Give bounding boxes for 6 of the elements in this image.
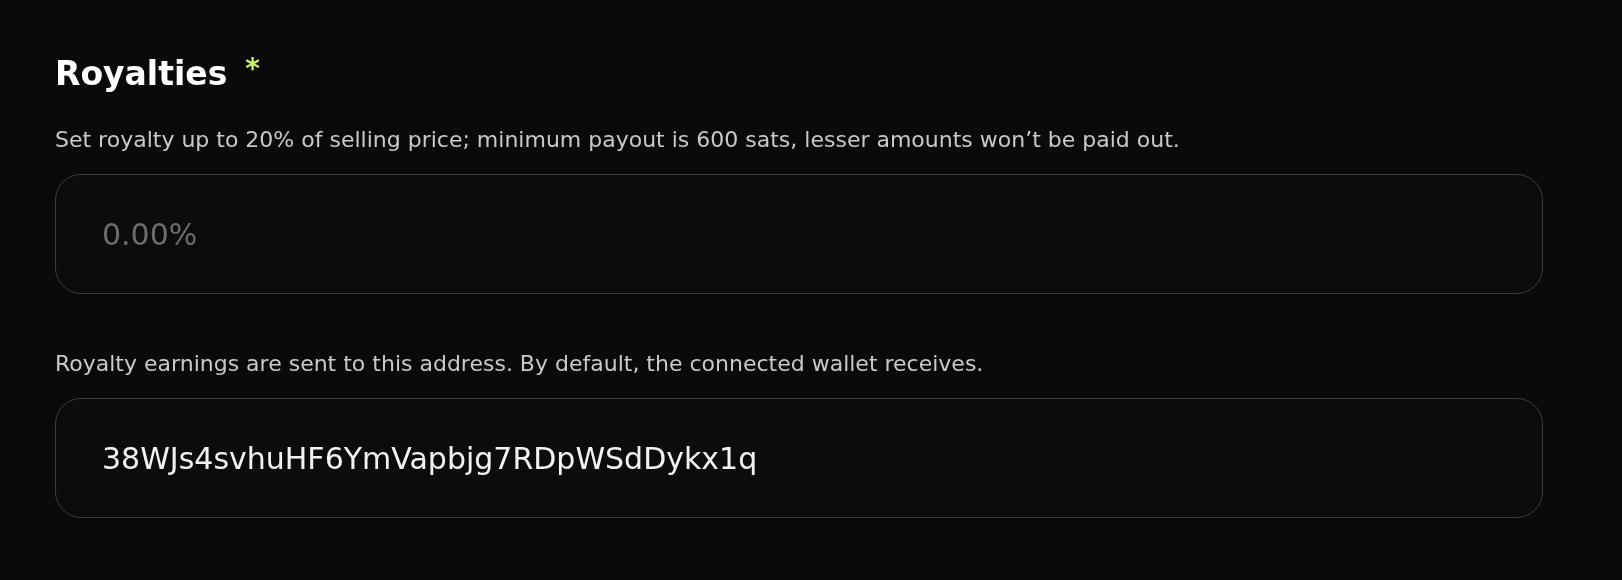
required-mark: * <box>245 54 260 84</box>
input-field[interactable]: 0.00% <box>55 174 1543 294</box>
field-label: Set royalty up to 20% of selling price; minimum payout is 600 sats, lesser amounts won’t be paid out. <box>55 126 1181 154</box>
field-label: Royalty earnings are sent to this address. By default, the connected wallet receives. <box>55 350 985 378</box>
input-field[interactable]: 38WJs4svhuHF6YmVapbjg7RDpWSdDykx1q <box>55 398 1543 518</box>
section-title: Royalties <box>55 54 228 94</box>
